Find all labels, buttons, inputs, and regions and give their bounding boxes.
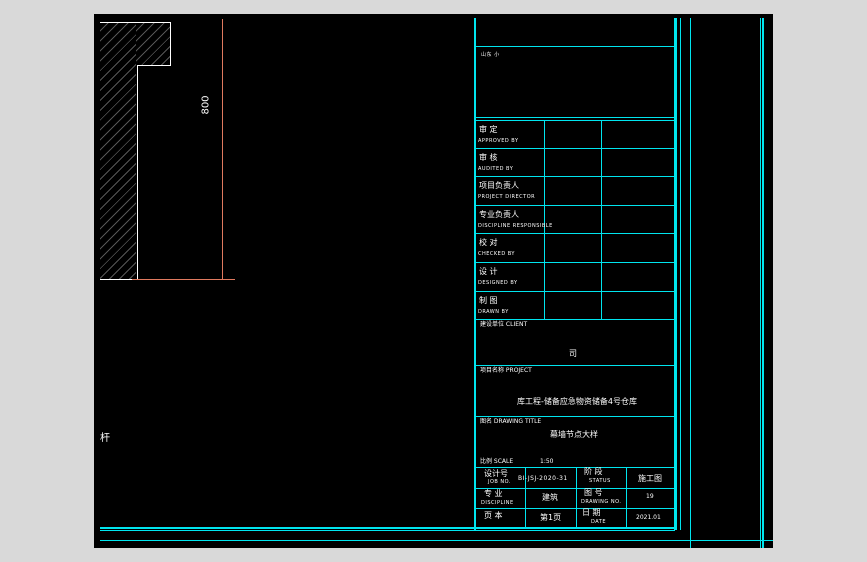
- scale-label: 比例 SCALE: [480, 458, 514, 465]
- frame-line: [690, 18, 691, 548]
- date-value: 2021.01: [636, 514, 661, 521]
- job-value: BI-JSJ-2020-31: [518, 475, 568, 482]
- project-label: 项目名称 PROJECT: [480, 367, 532, 374]
- signature-role: 设 计: [479, 267, 498, 276]
- tb-line: [476, 262, 674, 263]
- signature-role: 审 核: [479, 153, 498, 162]
- wall-outline: [100, 279, 132, 280]
- client-value: 司: [569, 349, 577, 358]
- frame-line: [680, 18, 681, 530]
- title-value: 幕墙节点大样: [550, 430, 598, 439]
- date-label-en: DATE: [591, 519, 607, 525]
- frame-line: [762, 18, 764, 548]
- client-label: 建设单位 CLIENT: [480, 321, 528, 328]
- discipline-label-en: DISCIPLINE: [481, 500, 514, 506]
- drawing-no-label-en: DRAWING NO.: [581, 499, 622, 505]
- tb-line: [476, 508, 674, 509]
- signature-role-en: PROJECT DIRECTOR: [478, 194, 536, 200]
- tb-line: [476, 117, 674, 118]
- signature-role-en: DRAWN BY: [478, 309, 509, 315]
- drawing-no-value: 19: [646, 493, 654, 500]
- title-block-border: [474, 18, 476, 530]
- wall-outline: [137, 65, 171, 66]
- tb-line: [476, 319, 674, 320]
- date-label: 日 期: [582, 508, 601, 517]
- wall-outline: [170, 22, 171, 66]
- frame-line: [100, 530, 675, 531]
- tb-line: [476, 46, 674, 47]
- wall-hatch: [100, 22, 136, 279]
- signature-role-en: DESIGNED BY: [478, 280, 518, 286]
- title-label: 图名 DRAWING TITLE: [480, 418, 542, 425]
- job-label: 设计号: [484, 469, 508, 478]
- signature-role: 制 图: [479, 296, 498, 305]
- top-label: 山东 小: [481, 52, 500, 58]
- page-label: 页 本: [484, 511, 503, 520]
- tb-line: [626, 467, 627, 528]
- signature-role-en: APPROVED BY: [478, 138, 519, 144]
- dimension-line: [132, 279, 235, 280]
- wall-outline: [100, 22, 170, 23]
- frame-line: [100, 540, 773, 541]
- discipline-label: 专 业: [484, 489, 503, 498]
- wall-outline: [137, 65, 138, 279]
- tb-line: [601, 120, 602, 320]
- scale-value: 1:50: [540, 458, 554, 465]
- title-block-border: [674, 18, 677, 530]
- tb-line: [476, 205, 674, 206]
- project-value: 库工程-储备应急物资储备4号仓库: [517, 397, 637, 406]
- signature-role-en: CHECKED BY: [478, 251, 515, 257]
- status-label-en: STATUS: [589, 478, 611, 484]
- signature-role: 校 对: [479, 238, 498, 247]
- wall-hatch-top: [136, 22, 170, 65]
- side-label: 杆: [100, 433, 110, 444]
- frame-line: [760, 18, 761, 548]
- status-value: 施工图: [638, 474, 662, 483]
- discipline-value: 建筑: [542, 493, 558, 502]
- tb-line: [544, 120, 545, 320]
- signature-role: 专业负责人: [479, 210, 519, 219]
- job-label-en: JOB NO.: [488, 479, 511, 485]
- signature-role: 项目负责人: [479, 181, 519, 190]
- tb-line: [476, 291, 674, 292]
- signature-role: 审 定: [479, 125, 498, 134]
- tb-line: [476, 488, 674, 489]
- tb-line: [476, 365, 674, 366]
- status-label: 阶 段: [584, 467, 603, 476]
- page-value: 第1页: [540, 513, 562, 522]
- tb-line: [476, 120, 674, 121]
- tb-line: [476, 416, 674, 417]
- signature-role-en: DISCIPLINE RESPONSIBLE: [478, 223, 553, 229]
- signature-role-en: AUDITED BY: [478, 166, 514, 172]
- tb-line: [476, 148, 674, 149]
- dimension-text: 800: [200, 95, 212, 115]
- frame-line: [100, 527, 675, 529]
- tb-line: [476, 176, 674, 177]
- drawing-no-label: 图 号: [584, 488, 603, 497]
- dimension-line: [222, 19, 223, 279]
- tb-line: [576, 467, 577, 528]
- tb-line: [476, 233, 674, 234]
- tb-line: [476, 467, 674, 468]
